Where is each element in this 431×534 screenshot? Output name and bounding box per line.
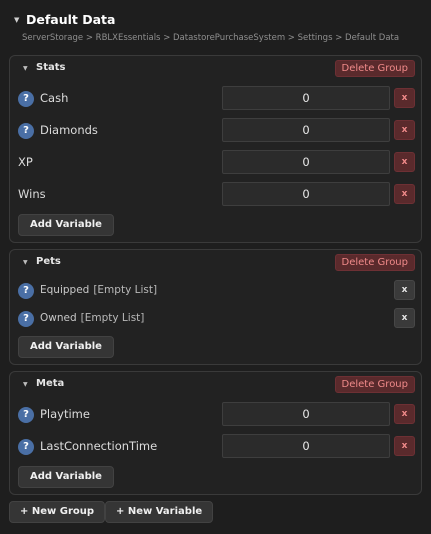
add-variable-button[interactable]: Add Variable xyxy=(18,466,114,488)
variable-name: Cash xyxy=(40,91,69,105)
variable-name: Diamonds xyxy=(40,123,98,137)
group-header: ▼ Pets Delete Group xyxy=(10,250,421,276)
remove-variable-button[interactable]: x xyxy=(394,308,415,328)
remove-variable-button[interactable]: x xyxy=(394,184,415,204)
help-icon[interactable]: ? xyxy=(18,283,34,299)
variable-value-input[interactable] xyxy=(222,150,390,174)
variable-row: ? Owned [Empty List] x xyxy=(10,306,421,332)
variable-name: LastConnectionTime xyxy=(40,439,158,453)
panel-title: Default Data xyxy=(26,12,116,27)
variable-row: ? Cash x xyxy=(10,86,421,112)
remove-variable-button[interactable]: x xyxy=(394,88,415,108)
add-variable-button[interactable]: Add Variable xyxy=(18,214,114,236)
delete-group-button[interactable]: Delete Group xyxy=(334,60,415,77)
variable-name: Wins xyxy=(18,187,46,201)
variable-row: ? Diamonds x xyxy=(10,118,421,144)
remove-variable-button[interactable]: x xyxy=(394,152,415,172)
variable-label: Owned xyxy=(40,312,77,324)
group-name: Pets xyxy=(36,256,61,267)
group-header: ▼ Meta Delete Group xyxy=(10,372,421,398)
group-caret-icon[interactable]: ▼ xyxy=(23,381,28,388)
variable-value-input[interactable] xyxy=(222,182,390,206)
group-pets: ▼ Pets Delete Group ? Equipped [Empty Lis… xyxy=(9,249,422,365)
group-stats: ▼ Stats Delete Group ? Cash x ? Diamonds… xyxy=(9,55,422,243)
panel-header[interactable]: ▼ Default Data xyxy=(14,12,115,27)
group-header: ▼ Stats Delete Group xyxy=(10,56,421,82)
variable-row: ? Equipped [Empty List] x xyxy=(10,278,421,304)
help-icon[interactable]: ? xyxy=(18,123,34,139)
help-icon[interactable]: ? xyxy=(18,311,34,327)
remove-variable-button[interactable]: x xyxy=(394,120,415,140)
variable-row: ? LastConnectionTime x xyxy=(10,434,421,460)
add-variable-button[interactable]: Add Variable xyxy=(18,336,114,358)
collapse-caret-icon[interactable]: ▼ xyxy=(14,16,20,24)
variable-name: Playtime xyxy=(40,407,90,421)
breadcrumb: ServerStorage > RBLXEssentials > Datasto… xyxy=(22,33,400,43)
group-caret-icon[interactable]: ▼ xyxy=(23,65,28,72)
delete-group-button[interactable]: Delete Group xyxy=(334,254,415,271)
new-group-button[interactable]: + New Group xyxy=(9,501,106,523)
group-caret-icon[interactable]: ▼ xyxy=(23,259,28,266)
help-icon[interactable]: ? xyxy=(18,439,34,455)
remove-variable-button[interactable]: x xyxy=(394,404,415,424)
group-name: Stats xyxy=(36,62,66,73)
group-meta: ▼ Meta Delete Group ? Playtime x ? LastC… xyxy=(9,371,422,495)
variable-row: Wins x xyxy=(10,182,421,208)
variable-name: Owned [Empty List] xyxy=(40,312,144,324)
variable-value-input[interactable] xyxy=(222,118,390,142)
empty-list-tag: [Empty List] xyxy=(93,284,158,296)
group-name: Meta xyxy=(36,378,65,389)
variable-row: XP x xyxy=(10,150,421,176)
help-icon[interactable]: ? xyxy=(18,407,34,423)
variable-name: XP xyxy=(18,155,33,169)
variable-row: ? Playtime x xyxy=(10,402,421,428)
delete-group-button[interactable]: Delete Group xyxy=(334,376,415,393)
remove-variable-button[interactable]: x xyxy=(394,280,415,300)
variable-label: Equipped xyxy=(40,284,90,296)
variable-value-input[interactable] xyxy=(222,434,390,458)
variable-value-input[interactable] xyxy=(222,86,390,110)
help-icon[interactable]: ? xyxy=(18,91,34,107)
empty-list-tag: [Empty List] xyxy=(80,312,145,324)
new-variable-button[interactable]: + New Variable xyxy=(105,501,214,523)
remove-variable-button[interactable]: x xyxy=(394,436,415,456)
variable-value-input[interactable] xyxy=(222,402,390,426)
variable-name: Equipped [Empty List] xyxy=(40,284,157,296)
